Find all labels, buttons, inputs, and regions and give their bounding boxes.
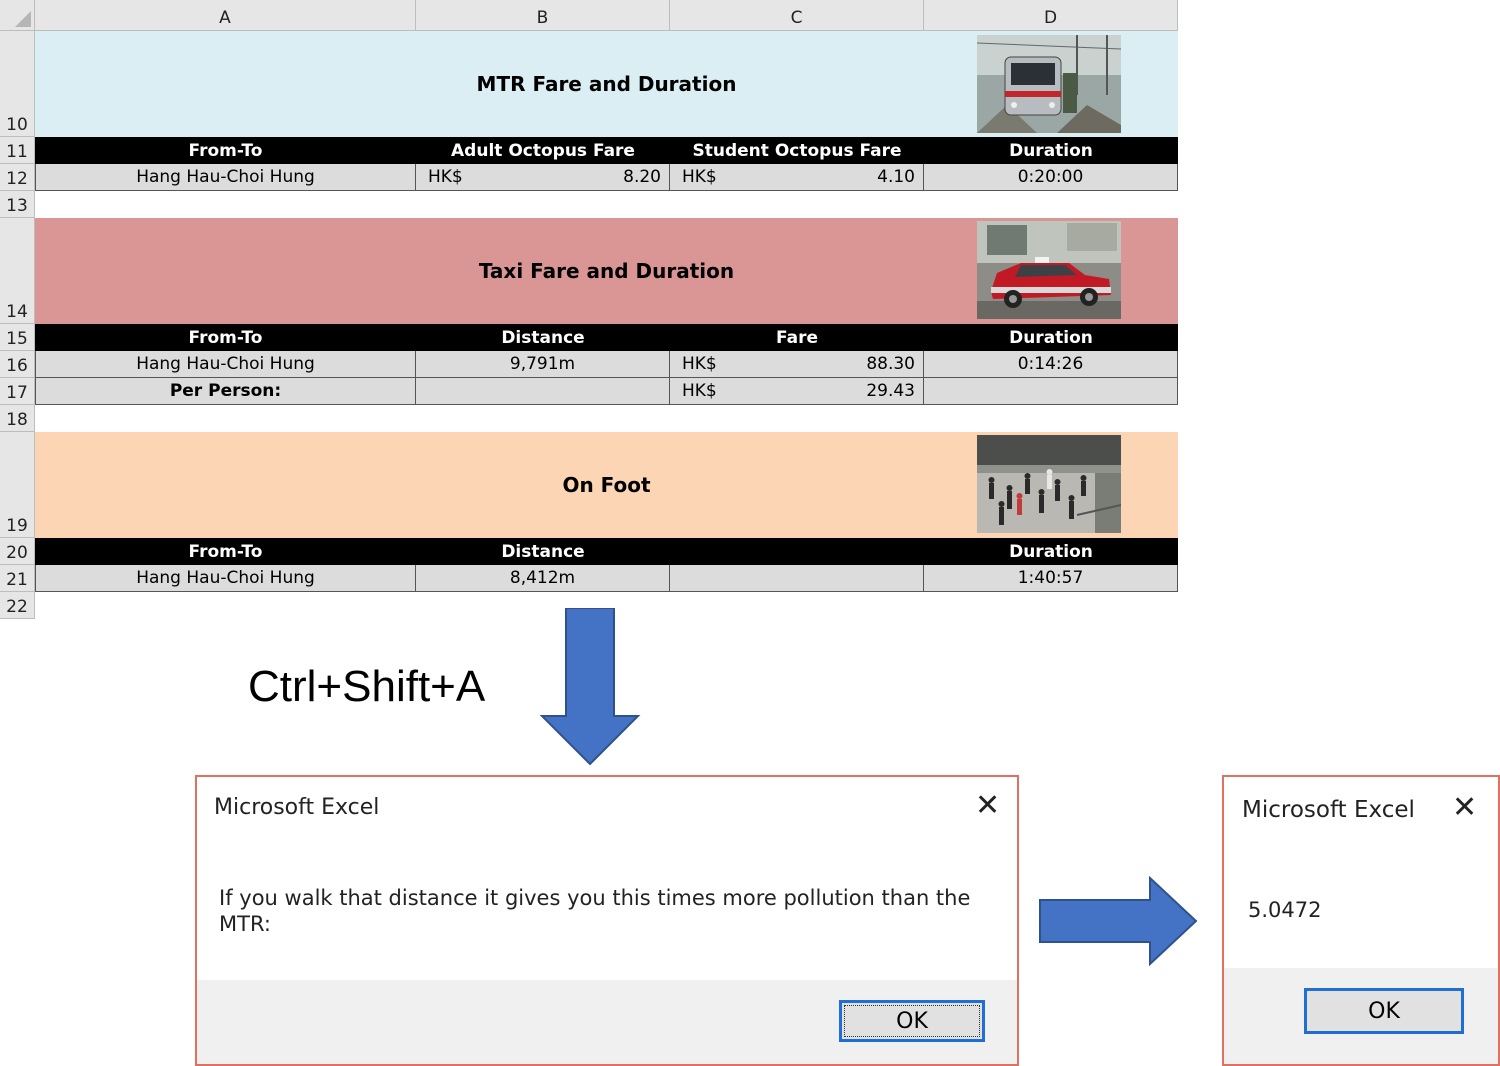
- select-all-corner[interactable]: [0, 0, 35, 31]
- taxi-data-row: Hang Hau-Choi Hung 9,791m HK$ 88.30 0:14…: [35, 351, 1178, 378]
- column-header-a[interactable]: A: [35, 0, 416, 31]
- currency-label: HK$: [682, 381, 717, 401]
- result-dialog: Microsoft Excel ✕ 5.0472 OK: [1222, 775, 1500, 1066]
- dialog-message-line: If you walk that distance it gives you t…: [219, 886, 971, 910]
- foot-duration-cell[interactable]: 1:40:57: [924, 565, 1178, 592]
- taxi-per-person-row: Per Person: HK$ 29.43: [35, 378, 1178, 405]
- taxi-header-fare: Fare: [775, 327, 818, 348]
- ok-button-label: OK: [1368, 998, 1400, 1024]
- foot-header-from-to: From-To: [188, 541, 263, 562]
- dialog-footer: OK: [197, 980, 1017, 1064]
- dialog-title: Microsoft Excel: [214, 795, 380, 820]
- mtr-data-row: Hang Hau-Choi Hung HK$ 8.20 HK$ 4.10 0:2…: [35, 164, 1178, 191]
- mtr-header-student-fare: Student Octopus Fare: [692, 140, 902, 161]
- taxi-header-distance: Distance: [501, 327, 585, 348]
- taxi-fare-value: 88.30: [866, 354, 915, 374]
- per-person-fare-cell[interactable]: HK$ 29.43: [670, 378, 924, 405]
- close-icon[interactable]: ✕: [975, 791, 1000, 821]
- taxi-route-cell[interactable]: Hang Hau-Choi Hung: [35, 351, 416, 378]
- foot-header-duration: Duration: [1009, 541, 1093, 562]
- mtr-header-duration: Duration: [1009, 140, 1093, 161]
- column-header-d[interactable]: D: [924, 0, 1178, 31]
- adult-fare-value: 8.20: [623, 167, 661, 187]
- currency-label: HK$: [428, 167, 463, 187]
- mtr-header-from-to: From-To: [188, 140, 263, 161]
- mtr-header-row: From-To Adult Octopus Fare Student Octop…: [35, 137, 1178, 164]
- ok-button[interactable]: OK: [1304, 988, 1464, 1034]
- ok-button[interactable]: OK: [839, 1000, 985, 1042]
- mtr-header-adult-fare: Adult Octopus Fare: [451, 140, 635, 161]
- taxi-image[interactable]: [977, 221, 1121, 319]
- row-header-20[interactable]: 20: [0, 538, 35, 565]
- row-header-13[interactable]: 13: [0, 191, 35, 218]
- keyboard-shortcut-label: Ctrl+Shift+A: [248, 662, 486, 711]
- mtr-banner[interactable]: MTR Fare and Duration: [35, 31, 1178, 137]
- row-header-19[interactable]: 19: [0, 432, 35, 538]
- foot-header-row: From-To Distance Duration: [35, 538, 1178, 565]
- row-header-17[interactable]: 17: [0, 378, 35, 405]
- student-fare-value: 4.10: [877, 167, 915, 187]
- mtr-train-image[interactable]: [977, 35, 1121, 133]
- dialog-message-line: MTR:: [219, 912, 271, 936]
- foot-banner[interactable]: On Foot: [35, 432, 1178, 538]
- foot-distance-cell[interactable]: 8,412m: [416, 565, 670, 592]
- row-header-21[interactable]: 21: [0, 565, 35, 592]
- mtr-student-fare-cell[interactable]: HK$ 4.10: [670, 164, 924, 191]
- dialog-title: Microsoft Excel: [1242, 797, 1415, 823]
- empty-cell[interactable]: [416, 378, 670, 405]
- foot-route-cell[interactable]: Hang Hau-Choi Hung: [35, 565, 416, 592]
- taxi-distance-cell[interactable]: 9,791m: [416, 351, 670, 378]
- mtr-route-cell[interactable]: Hang Hau-Choi Hung: [35, 164, 416, 191]
- column-header-b[interactable]: B: [416, 0, 670, 31]
- dialog-footer: OK: [1224, 968, 1498, 1064]
- row-header-10[interactable]: 10: [0, 31, 35, 137]
- row-header-14[interactable]: 14: [0, 218, 35, 324]
- column-header-c[interactable]: C: [670, 0, 924, 31]
- row-header-22[interactable]: 22: [0, 592, 35, 619]
- taxi-duration-cell[interactable]: 0:14:26: [924, 351, 1178, 378]
- empty-cell[interactable]: [670, 565, 924, 592]
- per-person-label-cell[interactable]: Per Person:: [35, 378, 416, 405]
- taxi-banner[interactable]: Taxi Fare and Duration: [35, 218, 1178, 324]
- row-header-12[interactable]: 12: [0, 164, 35, 191]
- empty-cell[interactable]: [924, 378, 1178, 405]
- close-icon[interactable]: ✕: [1452, 793, 1477, 823]
- down-arrow-icon: [539, 608, 641, 766]
- row-header-15[interactable]: 15: [0, 324, 35, 351]
- dialog-message: If you walk that distance it gives you t…: [219, 885, 999, 937]
- row-header-18[interactable]: 18: [0, 405, 35, 432]
- taxi-header-from-to: From-To: [188, 327, 263, 348]
- taxi-header-duration: Duration: [1009, 327, 1093, 348]
- currency-label: HK$: [682, 354, 717, 374]
- spreadsheet: A B C D 10 11 12 13 14 15 16 17 18 19 20…: [0, 0, 1180, 620]
- right-arrow-icon: [1039, 876, 1198, 966]
- currency-label: HK$: [682, 167, 717, 187]
- pedestrians-image[interactable]: [977, 435, 1121, 533]
- taxi-fare-cell[interactable]: HK$ 88.30: [670, 351, 924, 378]
- foot-data-row: Hang Hau-Choi Hung 8,412m 1:40:57: [35, 565, 1178, 592]
- message-dialog: Microsoft Excel ✕ If you walk that dista…: [195, 775, 1019, 1066]
- mtr-adult-fare-cell[interactable]: HK$ 8.20: [416, 164, 670, 191]
- per-person-fare-value: 29.43: [866, 381, 915, 401]
- foot-header-empty: [670, 538, 924, 565]
- row-header-11[interactable]: 11: [0, 137, 35, 164]
- mtr-duration-cell[interactable]: 0:20:00: [924, 164, 1178, 191]
- row-header-16[interactable]: 16: [0, 351, 35, 378]
- taxi-header-row: From-To Distance Fare Duration: [35, 324, 1178, 351]
- result-value: 5.0472: [1248, 898, 1322, 922]
- foot-header-distance: Distance: [501, 541, 585, 562]
